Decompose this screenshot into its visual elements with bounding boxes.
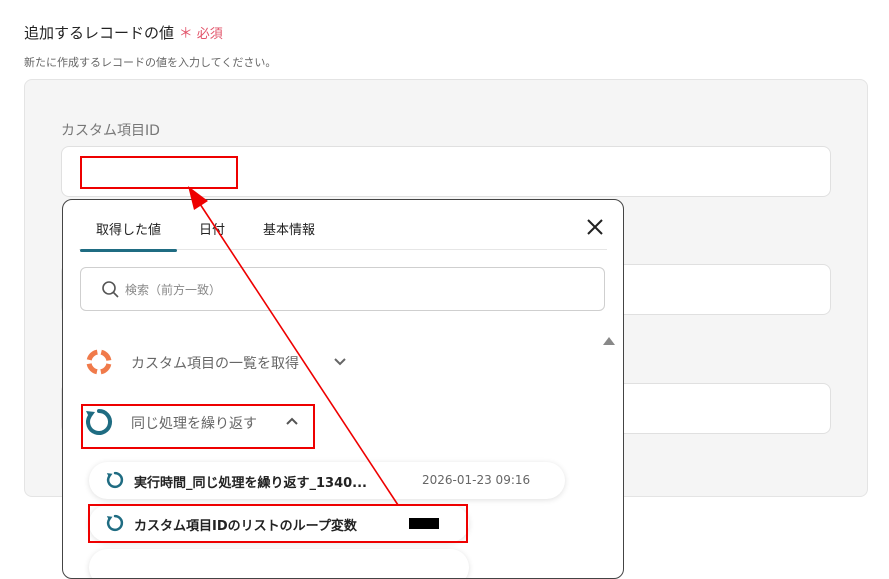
item-date: 2026-01-23 09:16 xyxy=(422,473,531,487)
scroll-up-arrow[interactable] xyxy=(603,337,615,345)
custom-field-id-label: カスタム項目ID xyxy=(61,123,160,139)
required-mark: ＊ xyxy=(178,26,193,42)
search-box xyxy=(80,267,605,311)
list-item-execution-time[interactable]: 実行時間_同じ処理を繰り返す_1340... 2026-01-23 09:16 xyxy=(89,462,565,499)
chevron-down-icon xyxy=(334,358,346,366)
group-custom-field-list[interactable]: カスタム項目の一覧を取得 xyxy=(83,348,353,376)
search-input[interactable] xyxy=(123,278,587,302)
popup-tabs: 取得した値 日付 基本情報 xyxy=(79,200,607,252)
tab-basic-info[interactable]: 基本情報 xyxy=(263,219,315,238)
list-item[interactable] xyxy=(89,549,469,578)
section-title: 追加するレコードの値 ＊必須 xyxy=(24,22,223,43)
group-label: カスタム項目の一覧を取得 xyxy=(131,356,299,372)
section-title-text: 追加するレコードの値 xyxy=(24,24,175,42)
search-icon xyxy=(102,281,119,298)
item-label: 実行時間_同じ処理を繰り返す_1340... xyxy=(134,476,367,491)
loop-icon xyxy=(106,471,124,489)
redaction-bar xyxy=(409,518,439,529)
tab-date[interactable]: 日付 xyxy=(199,219,225,238)
annotation-target-box xyxy=(80,156,238,189)
close-icon[interactable] xyxy=(584,216,606,238)
lifebuoy-icon xyxy=(86,349,112,375)
required-badge: 必須 xyxy=(196,27,223,42)
annotation-group-box xyxy=(81,404,315,449)
section-description: 新たに作成するレコードの値を入力してください。 xyxy=(24,56,277,69)
tab-acquired-values[interactable]: 取得した値 xyxy=(79,219,178,252)
